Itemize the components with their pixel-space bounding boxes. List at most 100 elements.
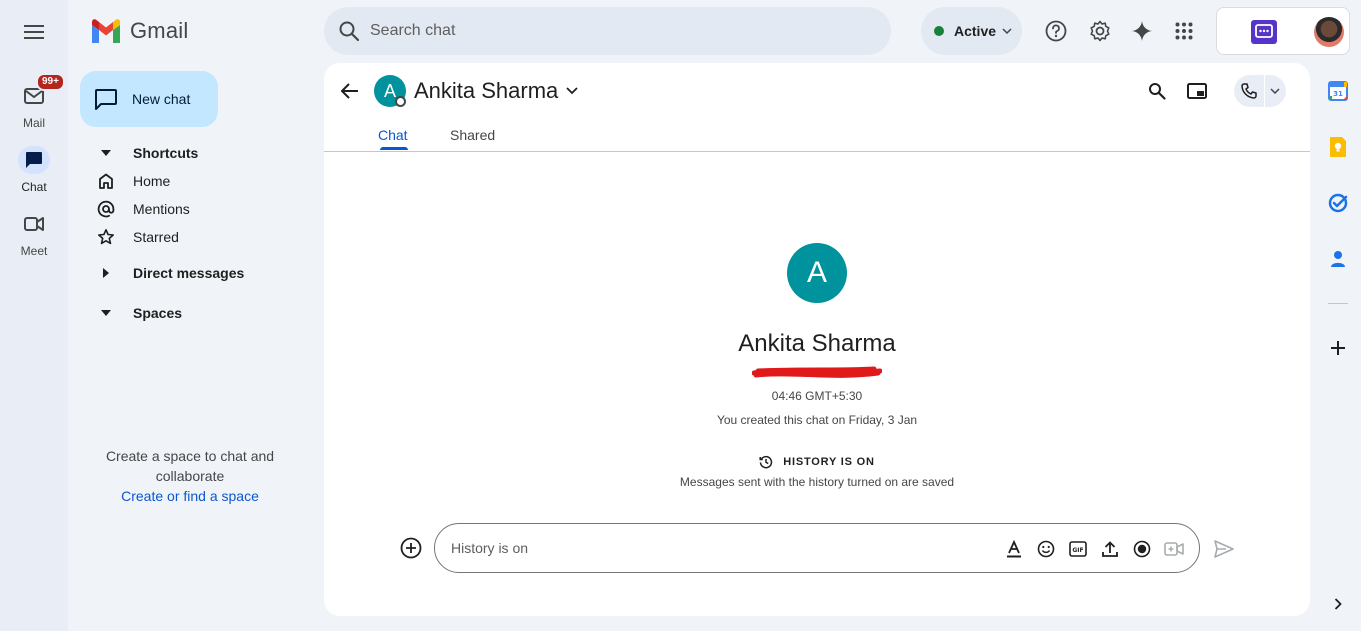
search-bar[interactable] <box>324 7 891 55</box>
star-icon <box>96 228 116 246</box>
get-addons-button[interactable] <box>1326 336 1350 360</box>
open-in-popup-button[interactable] <box>1185 79 1209 103</box>
new-chat-label: New chat <box>132 91 191 107</box>
gmail-logo-text: Gmail <box>130 18 189 43</box>
svg-text:GIF: GIF <box>1072 547 1083 554</box>
shortcuts-label: Shortcuts <box>133 145 199 161</box>
sidebar-item-home[interactable]: Home <box>96 169 170 193</box>
hamburger-icon <box>24 25 44 39</box>
settings-button[interactable] <box>1084 15 1116 47</box>
spaces-section-header[interactable]: Spaces <box>96 301 182 325</box>
spaces-empty-text: Create a space to chat and collaborate <box>105 448 275 484</box>
side-panel-divider <box>1328 303 1348 304</box>
redaction-scribble <box>752 366 882 378</box>
history-title: HISTORY IS ON <box>783 456 875 468</box>
side-panel-toggle[interactable] <box>1326 592 1350 616</box>
chat-icon <box>26 152 42 168</box>
apps-grid-icon <box>1175 22 1193 40</box>
emoji-icon[interactable] <box>1035 538 1057 560</box>
rail-mail[interactable]: 99+ Mail <box>0 73 68 130</box>
gear-icon <box>1090 20 1110 42</box>
direct-messages-section-header[interactable]: Direct messages <box>96 261 244 285</box>
search-icon[interactable] <box>338 20 360 42</box>
conversation-panel: A Ankita Sharma Chat Shared A Ankita Sha… <box>324 63 1310 616</box>
message-input[interactable] <box>451 540 991 556</box>
upload-icon[interactable] <box>1099 538 1121 560</box>
svg-text:31: 31 <box>1333 90 1343 98</box>
contacts-app-button[interactable] <box>1326 247 1350 271</box>
tasks-app-button[interactable] <box>1326 191 1350 215</box>
send-button[interactable] <box>1212 537 1236 561</box>
history-description: Messages sent with the history turned on… <box>679 475 955 489</box>
at-icon <box>96 200 116 218</box>
calendar-icon: 31 <box>1328 81 1348 101</box>
new-chat-icon <box>94 88 118 110</box>
sidebar-item-label: Mentions <box>133 201 190 217</box>
shortcuts-section-header[interactable]: Shortcuts <box>96 141 198 165</box>
history-status: HISTORY IS ON <box>324 455 1310 469</box>
org-chat-icon <box>1255 24 1273 38</box>
gmail-logo[interactable]: Gmail <box>90 18 188 44</box>
sidebar-item-starred[interactable]: Starred <box>96 225 179 249</box>
phone-icon[interactable] <box>1234 83 1264 99</box>
history-clock-icon <box>759 455 773 469</box>
calendar-app-button[interactable]: 31 <box>1326 79 1350 103</box>
status-selector[interactable]: Active <box>921 7 1022 55</box>
format-text-icon[interactable] <box>1003 538 1025 560</box>
rail-mail-label: Mail <box>22 116 45 130</box>
header-divider <box>324 151 1310 152</box>
add-circle-icon <box>400 537 422 559</box>
presence-indicator <box>395 96 406 107</box>
gif-icon[interactable]: GIF <box>1067 538 1089 560</box>
gmail-m-icon <box>92 19 120 43</box>
call-button-group[interactable] <box>1234 75 1286 107</box>
add-attachment-button[interactable] <box>400 537 422 559</box>
picture-in-picture-icon <box>1187 83 1207 99</box>
chevron-right-icon <box>1334 598 1342 610</box>
help-button[interactable] <box>1040 15 1072 47</box>
account-switcher[interactable] <box>1216 7 1350 55</box>
active-tab-indicator <box>380 147 408 150</box>
rail-chat[interactable]: Chat <box>0 146 68 194</box>
organization-logo <box>1251 20 1277 44</box>
contact-name-button[interactable]: Ankita Sharma <box>414 78 578 104</box>
avatar[interactable] <box>1314 17 1344 47</box>
arrow-back-icon <box>341 83 358 99</box>
chevron-down-icon[interactable] <box>1265 88 1285 94</box>
caret-down-icon <box>96 150 116 156</box>
create-space-link[interactable]: Create or find a space <box>88 486 292 506</box>
tab-chat[interactable]: Chat <box>378 127 408 143</box>
rail-chat-label: Chat <box>21 180 47 194</box>
back-button[interactable] <box>338 79 362 103</box>
google-apps-button[interactable] <box>1168 15 1200 47</box>
gemini-button[interactable] <box>1126 15 1158 47</box>
contacts-icon <box>1331 251 1345 267</box>
video-camera-icon <box>24 217 44 231</box>
record-icon[interactable] <box>1131 538 1153 560</box>
search-conversation-button[interactable] <box>1145 79 1169 103</box>
local-time: 04:46 GMT+5:30 <box>771 389 863 403</box>
keep-icon <box>1330 137 1346 157</box>
tasks-icon <box>1328 193 1348 213</box>
spaces-label: Spaces <box>133 305 183 321</box>
plus-icon <box>1331 341 1345 355</box>
contact-name-large: Ankita Sharma <box>738 330 896 357</box>
tab-shared[interactable]: Shared <box>450 127 495 143</box>
unread-badge: 99+ <box>36 73 65 91</box>
search-input[interactable] <box>370 22 820 40</box>
sidebar-item-label: Home <box>133 173 171 189</box>
rail-meet-label: Meet <box>20 244 48 258</box>
sidebar-item-mentions[interactable]: Mentions <box>96 197 190 221</box>
left-rail: 99+ Mail Chat Meet <box>0 0 68 631</box>
spaces-empty-state: Create a space to chat and collaborate C… <box>88 446 292 506</box>
keep-app-button[interactable] <box>1326 135 1350 159</box>
contact-avatar-large: A <box>787 243 847 303</box>
chevron-down-icon <box>566 87 578 95</box>
search-icon <box>1149 83 1166 100</box>
rail-meet[interactable]: Meet <box>0 210 68 258</box>
main-menu-button[interactable] <box>18 16 50 48</box>
new-chat-button[interactable]: New chat <box>80 71 218 127</box>
video-message-icon[interactable] <box>1163 538 1185 560</box>
contact-name: Ankita Sharma <box>414 78 559 103</box>
message-composer[interactable]: GIF <box>434 523 1200 573</box>
